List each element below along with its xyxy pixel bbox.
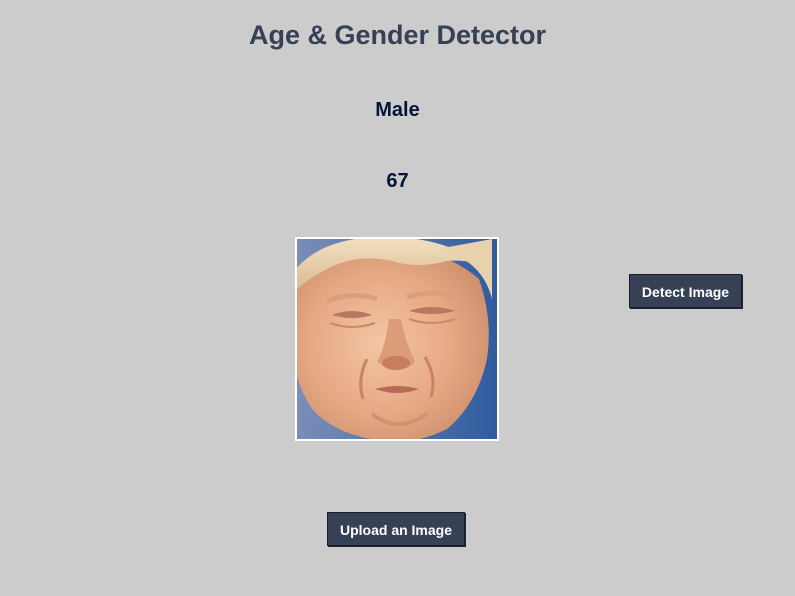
detect-image-button[interactable]: Detect Image: [629, 274, 742, 308]
age-result: 67: [386, 170, 409, 192]
upload-image-button[interactable]: Upload an Image: [327, 512, 465, 546]
uploaded-face-image: [295, 237, 499, 441]
gender-result: Male: [375, 99, 420, 121]
page-title: Age & Gender Detector: [248, 20, 547, 50]
face-photo-illustration: [297, 239, 497, 439]
